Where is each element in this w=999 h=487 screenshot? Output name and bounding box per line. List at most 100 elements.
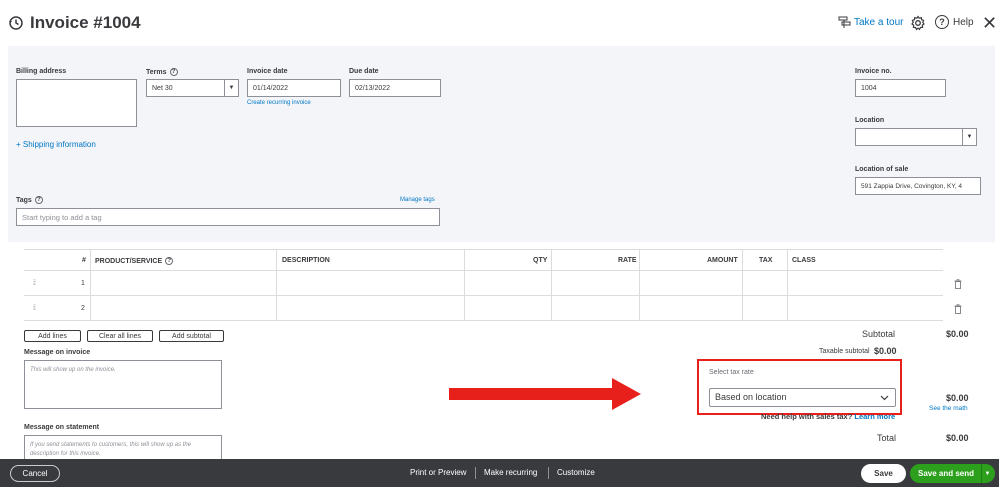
see-math-link[interactable]: See the math [929,405,968,412]
cancel-button[interactable]: Cancel [10,465,60,482]
taxable-subtotal-value: $0.00 [874,346,897,356]
sales-tax-help: Need help with sales tax? Learn more [761,412,895,421]
column-divider [464,249,465,321]
invoice-date-value: 01/14/2022 [253,84,289,92]
due-date-label: Due date [349,68,379,75]
caret-down-icon[interactable]: ▼ [981,464,993,483]
help-label: Help [953,16,974,28]
table-row[interactable]: ⁞⁞ 2 [24,296,943,321]
save-and-send-label: Save and send [918,469,975,478]
create-recurring-link[interactable]: Create recurring invoice [247,100,311,106]
tax-rate-box: Select tax rate Based on location [697,359,902,415]
row-number: 1 [81,280,85,287]
invoice-date-label: Invoice date [247,68,288,75]
save-button[interactable]: Save [861,464,906,483]
trash-icon[interactable] [954,304,962,314]
message-invoice-input[interactable]: This will show up on the invoice. [24,360,222,409]
manage-tags-link[interactable]: Manage tags [400,197,435,203]
invoice-no-input[interactable]: 1004 [855,79,946,97]
subtotal-value: $0.00 [946,329,969,339]
due-date-input[interactable]: 02/13/2022 [349,79,441,97]
col-class: CLASS [792,257,816,264]
total-label: Total [877,433,897,443]
terms-select[interactable]: Net 30 ▼ [146,79,239,97]
column-divider [639,249,640,321]
column-divider [551,249,552,321]
footer-bar: Cancel Print or Preview Make recurring C… [0,459,999,487]
drag-handle-icon[interactable]: ⁞⁞ [33,280,36,287]
column-divider [276,249,277,321]
page-title: Invoice #1004 [30,13,141,32]
due-date-value: 02/13/2022 [355,84,391,92]
customize-button[interactable]: Customize [557,468,595,477]
terms-value: Net 30 [152,84,173,92]
help-button[interactable]: ? Help [935,15,974,29]
invoice-header-panel: Billing address Terms? Net 30 ▼ Invoice … [8,46,995,242]
footer-divider [548,467,549,479]
shipping-info-link[interactable]: + Shipping information [16,140,96,149]
message-statement-label: Message on statement [24,424,100,431]
message-statement-placeholder: If you send statements to customers, thi… [30,442,192,457]
col-rate: RATE [618,257,637,264]
billing-address-input[interactable] [16,79,137,127]
col-qty: QTY [533,257,548,264]
help-icon: ? [935,15,949,29]
signpost-icon [838,16,851,28]
row-number: 2 [81,305,85,312]
col-amount: AMOUNT [707,257,738,264]
column-divider [742,249,743,321]
footer-divider [475,467,476,479]
tax-rate-value: Based on location [715,392,787,402]
close-icon[interactable]: ✕ [982,13,997,34]
chevron-down-icon[interactable]: ▼ [224,80,238,96]
tags-label: Tags? [16,196,43,204]
billing-address-label: Billing address [16,68,67,75]
location-label: Location [855,117,885,124]
trash-icon[interactable] [954,279,962,289]
top-bar: Invoice #1004 Take a tour ? Help ✕ [0,0,999,46]
tags-input[interactable]: Start typing to add a tag [16,208,440,226]
sales-tax-help-text: Need help with sales tax? [761,412,853,421]
drag-handle-icon[interactable]: ⁞⁞ [33,305,36,312]
learn-more-link[interactable]: Learn more [854,412,895,421]
location-of-sale-input[interactable]: 591 Zappia Drive, Covington, KY, 4 [855,177,981,195]
print-preview-button[interactable]: Print or Preview [410,468,466,477]
invoice-no-label: Invoice no. [855,68,892,75]
take-tour-link[interactable]: Take a tour [838,16,903,28]
add-lines-button[interactable]: Add lines [24,330,81,342]
gear-icon[interactable] [910,15,926,31]
taxable-subtotal-label: Taxable subtotal [819,348,870,355]
invoice-date-input[interactable]: 01/14/2022 [247,79,341,97]
clear-all-lines-button[interactable]: Clear all lines [87,330,153,342]
col-product: PRODUCT/SERVICE? [95,257,174,265]
message-statement-input[interactable]: If you send statements to customers, thi… [24,435,222,459]
save-and-send-button[interactable]: Save and send ▼ [910,464,995,483]
tax-rate-label: Select tax rate [709,369,754,376]
message-invoice-placeholder: This will show up on the invoice. [30,367,116,373]
tax-rate-select[interactable]: Based on location [709,388,896,407]
location-select[interactable]: ▼ [855,128,977,146]
invoice-no-value: 1004 [861,84,877,92]
tax-value: $0.00 [946,393,969,403]
column-divider [787,249,788,321]
make-recurring-button[interactable]: Make recurring [484,468,537,477]
tags-placeholder: Start typing to add a tag [22,212,102,222]
location-of-sale-label: Location of sale [855,166,909,173]
table-header: # PRODUCT/SERVICE? DESCRIPTION QTY RATE … [24,249,943,271]
terms-label: Terms? [146,68,178,76]
message-invoice-label: Message on invoice [24,349,91,356]
product-help-icon[interactable]: ? [165,257,174,265]
col-tax: TAX [759,257,773,264]
table-row[interactable]: ⁞⁞ 1 [24,271,943,296]
add-subtotal-button[interactable]: Add subtotal [159,330,224,342]
tags-help-icon[interactable]: ? [34,196,43,204]
take-tour-label: Take a tour [854,16,904,28]
chevron-down-icon[interactable]: ▼ [962,129,976,145]
arrow-annotation-icon [449,378,641,410]
terms-help-icon[interactable]: ? [169,68,178,76]
column-divider [90,249,91,321]
location-of-sale-value: 591 Zappia Drive, Covington, KY, 4 [861,182,963,190]
history-icon[interactable] [8,15,24,31]
col-description: DESCRIPTION [282,257,330,264]
chevron-down-icon[interactable] [880,395,889,401]
